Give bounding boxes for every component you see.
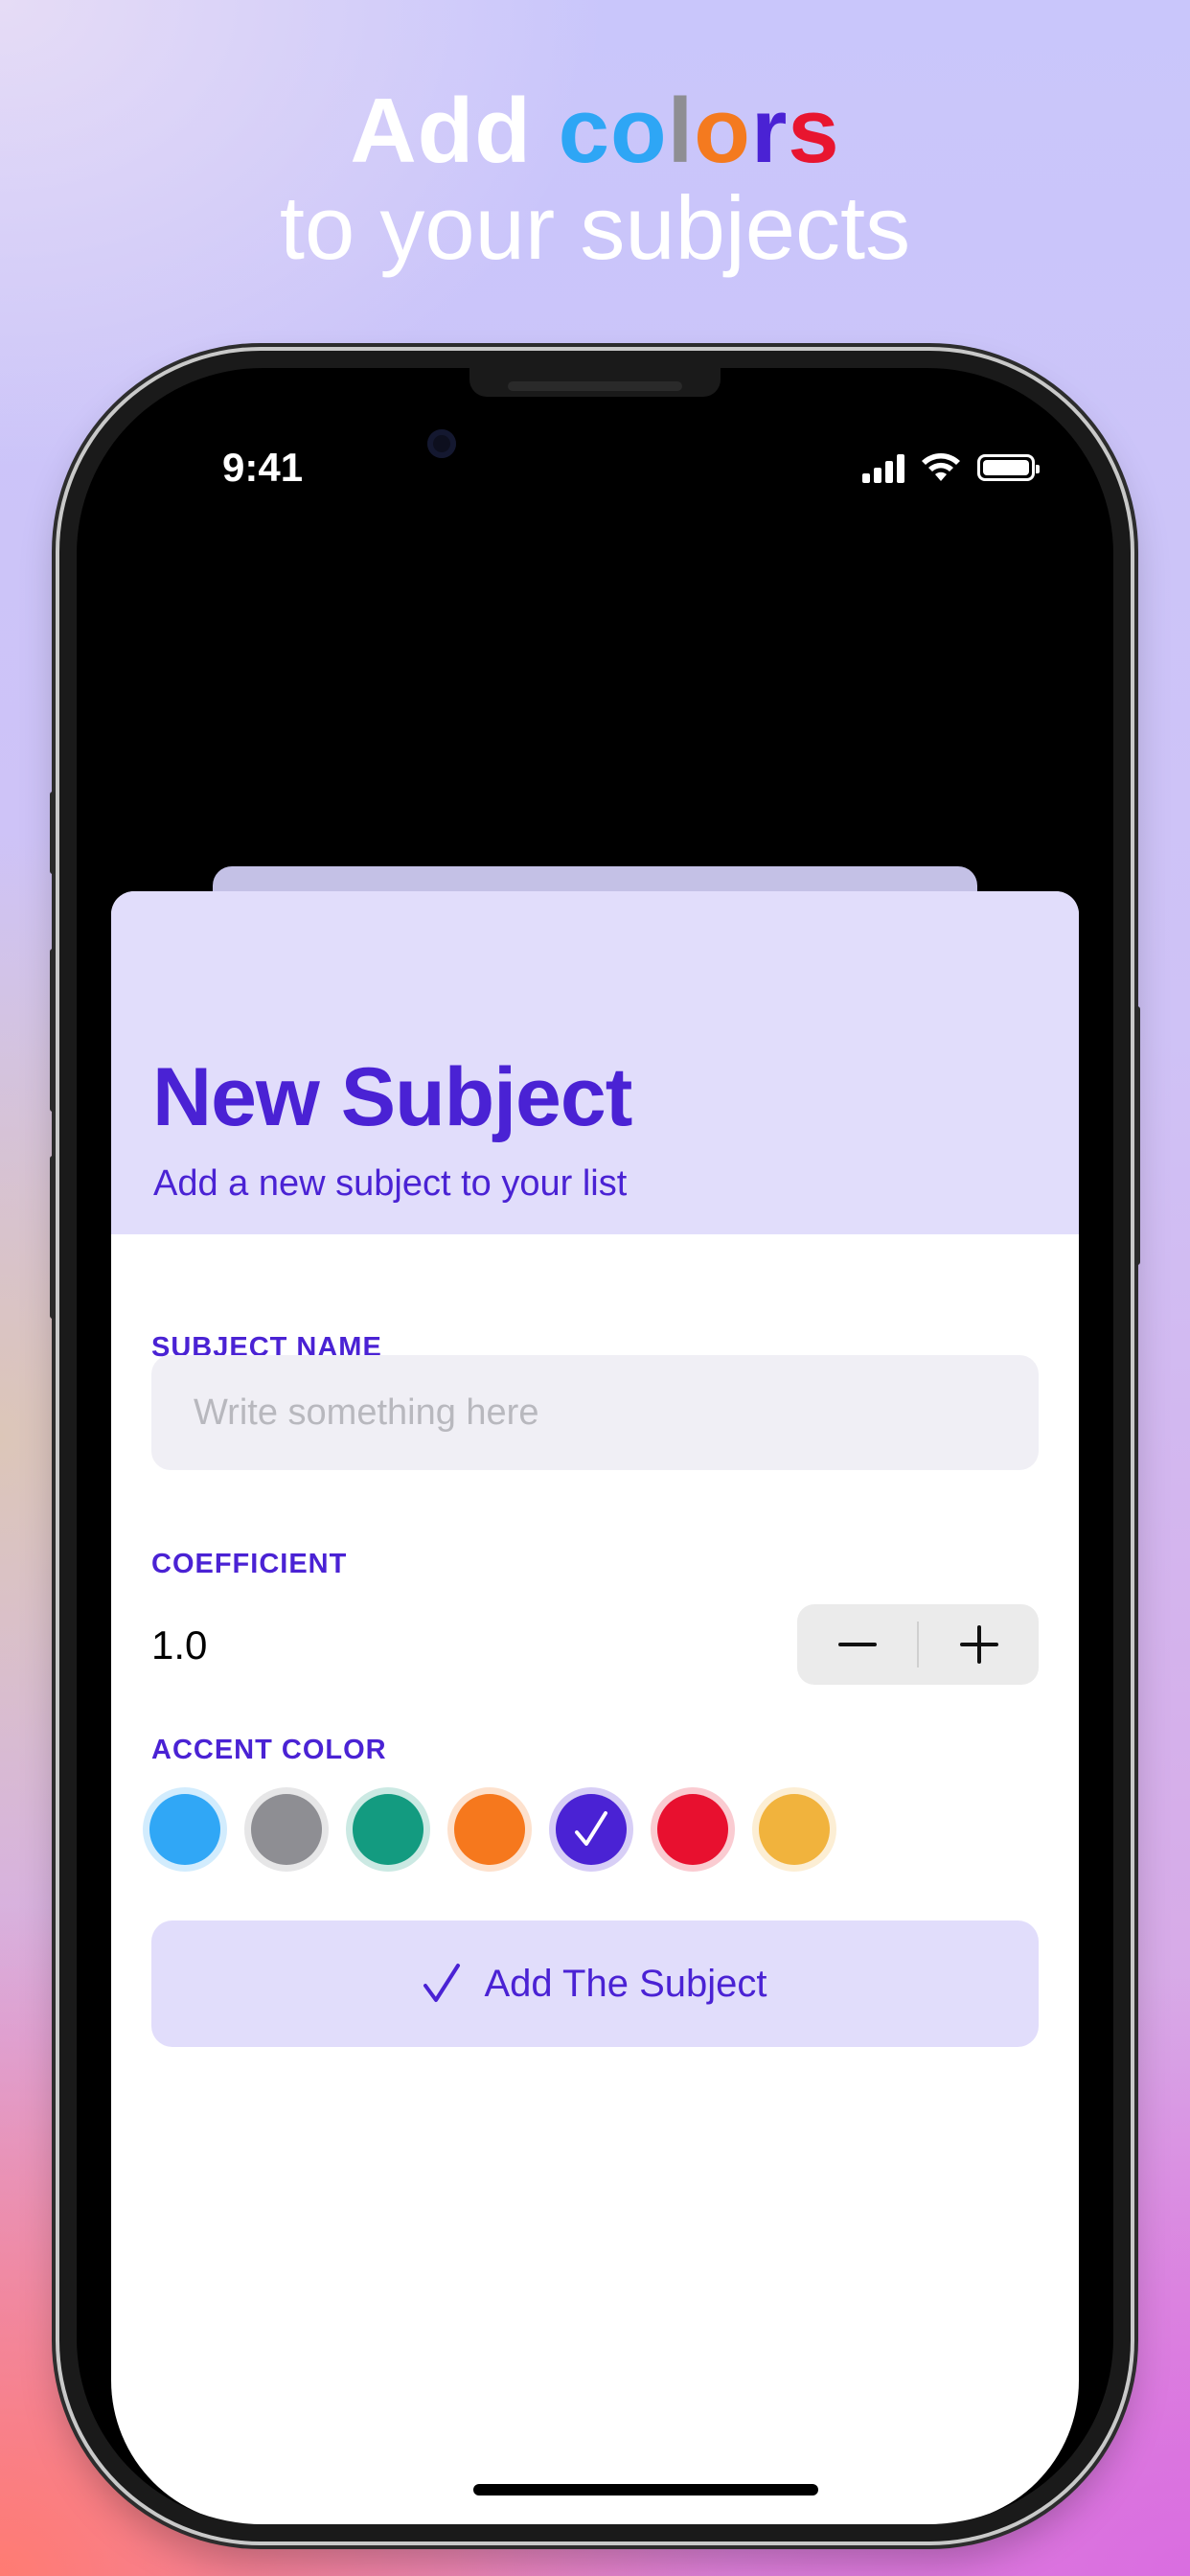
swatch-dot <box>657 1794 728 1865</box>
headline-line-2: to your subjects <box>279 177 911 278</box>
add-subject-button-label: Add The Subject <box>484 1962 767 2005</box>
swatch-dot <box>759 1794 830 1865</box>
status-icons <box>862 452 1040 483</box>
battery-icon <box>977 454 1040 481</box>
volume-down-button <box>50 1156 56 1319</box>
headline-letter: l <box>667 80 695 182</box>
add-subject-button[interactable]: Add The Subject <box>151 1920 1039 2047</box>
swatch-dot <box>149 1794 220 1865</box>
front-camera <box>427 429 456 458</box>
coefficient-label: COEFFICIENT <box>151 1549 348 1579</box>
swatch-dot <box>454 1794 525 1865</box>
coefficient-value: 1.0 <box>151 1622 208 1668</box>
checkmark-icon <box>423 1964 461 2002</box>
accent-color-label: ACCENT COLOR <box>151 1735 387 1765</box>
phone-screen: 9:41 New Subject Add a new subject to yo… <box>77 368 1113 2524</box>
power-button <box>1134 1006 1140 1265</box>
subject-name-input[interactable] <box>151 1355 1039 1470</box>
color-swatch-teal[interactable] <box>346 1787 430 1872</box>
headline-prefix: Add <box>350 80 532 182</box>
headline-colored-word: colors <box>559 80 840 182</box>
wifi-icon <box>922 453 960 481</box>
color-swatch-orange[interactable] <box>447 1787 532 1872</box>
headline-line-1: Add colors <box>0 79 1190 184</box>
color-swatch-red[interactable] <box>651 1787 735 1872</box>
home-indicator <box>473 2484 818 2496</box>
headline-letter: c <box>558 80 610 182</box>
increment-button[interactable] <box>919 1604 1039 1685</box>
speaker-grille <box>508 381 682 391</box>
color-swatch-indigo[interactable] <box>549 1787 633 1872</box>
headline-letter: r <box>750 80 789 182</box>
plus-icon <box>959 1625 998 1664</box>
selected-check-icon <box>575 1811 607 1846</box>
headline-letter: s <box>788 80 840 182</box>
mute-switch <box>50 792 56 874</box>
accent-color-picker <box>143 1787 836 1872</box>
headline-letter: o <box>609 80 668 182</box>
phone-frame: 9:41 New Subject Add a new subject to yo… <box>50 351 1140 2542</box>
page-subtitle: Add a new subject to your list <box>153 1163 628 1204</box>
minus-icon <box>837 1643 877 1646</box>
promo-headline: Add colors to your subjects <box>0 79 1190 276</box>
color-swatch-yellow[interactable] <box>752 1787 836 1872</box>
sheet-header: New Subject Add a new subject to your li… <box>111 891 1079 1234</box>
volume-up-button <box>50 949 56 1112</box>
decrement-button[interactable] <box>797 1604 917 1685</box>
color-swatch-blue[interactable] <box>143 1787 227 1872</box>
swatch-dot <box>251 1794 322 1865</box>
new-subject-sheet: New Subject Add a new subject to your li… <box>111 891 1079 2524</box>
color-swatch-gray[interactable] <box>244 1787 329 1872</box>
status-time: 9:41 <box>222 445 304 490</box>
page-title: New Subject <box>152 1051 632 1143</box>
headline-letter: o <box>694 80 751 182</box>
swatch-dot <box>353 1794 423 1865</box>
coefficient-stepper <box>797 1604 1039 1685</box>
cellular-signal-icon <box>862 452 904 483</box>
